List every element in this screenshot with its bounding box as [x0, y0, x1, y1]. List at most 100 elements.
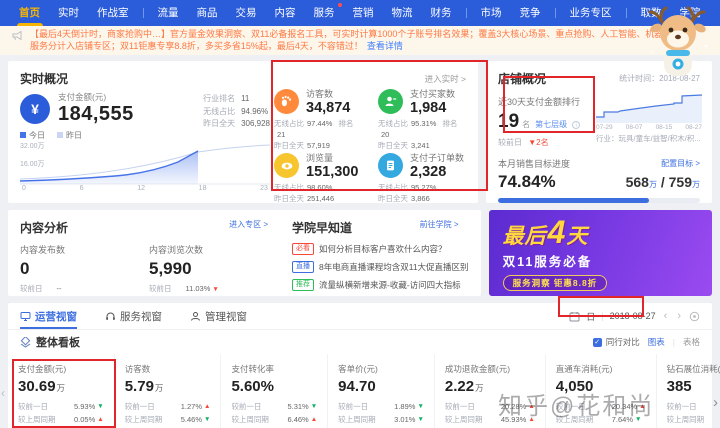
realtime-side-stats: 行业排名 11 无线占比 94.96% 昨日全天 306,928: [203, 93, 270, 131]
payment-amount-label: 支付金额(元): [58, 92, 107, 102]
tile-visitors[interactable]: 访客数 34,874 无线占比 97.44% 排名21 昨日全天 57,919: [274, 87, 368, 151]
tile-substats: 无线占比 97.44% 排名21 昨日全天 57,919: [274, 119, 354, 150]
payment-amount-value: 184,555: [58, 103, 134, 125]
configure-target-link[interactable]: 配置目标 >: [661, 158, 700, 169]
nav-item-content[interactable]: 内容: [266, 0, 305, 26]
metric-card-diamond[interactable]: 钻石展位消耗(元) 385 较前一日20.18%▲ 较上周同期1.09%▲: [655, 354, 720, 428]
side-stat-value: 94.96%: [241, 106, 269, 116]
metric-change: --: [56, 284, 62, 293]
order-icon: [378, 153, 403, 178]
academy-tag: 必看: [292, 243, 314, 255]
enter-zone-link[interactable]: 进入专区 >: [229, 219, 268, 236]
metric-change: 11.03%: [185, 284, 211, 293]
goto-academy-link[interactable]: 前往学院 >: [420, 219, 459, 236]
metric-label: 成功退款金额(元): [444, 364, 511, 374]
tile-label: 支付子订单数: [410, 153, 465, 163]
buyer-icon: [378, 89, 403, 114]
nav-item-warroom[interactable]: 作战室: [88, 0, 138, 26]
academy-tag: 直播: [292, 261, 314, 273]
tab-label: 运营视窗: [35, 310, 77, 323]
nav-item-traffic[interactable]: 流量: [149, 0, 188, 26]
calendar-icon[interactable]: [569, 311, 580, 322]
table-view-toggle[interactable]: 表格: [683, 336, 700, 348]
tab-operations-view[interactable]: 运营视窗: [20, 303, 77, 329]
side-stat-label: 行业排名: [203, 94, 236, 103]
academy-item[interactable]: 必看 如何分析目标客户喜欢什么内容？: [292, 243, 469, 255]
rank-trend-chart: 07-29 08-07 08-15 08-27 行业：玩具/童车/益智/积木/积...: [596, 91, 702, 144]
academy-item[interactable]: 推荐 流量纵横新增来源-收藏-访问四大指标: [292, 279, 469, 291]
next-date-arrow[interactable]: ›: [675, 310, 683, 322]
carousel-prev-arrow[interactable]: ‹: [1, 386, 5, 400]
rank-unit: 名: [522, 120, 531, 129]
side-stat-value: 306,928: [241, 119, 270, 128]
info-icon[interactable]: i: [572, 121, 581, 129]
tile-pageviews[interactable]: 浏览量 151,300 无线占比 98.60% 昨日全天 251,446: [274, 151, 368, 204]
trend-arrow: ▼: [97, 403, 104, 410]
tile-pay-suborders[interactable]: 支付子订单数 2,328 无线占比 95.27% 昨日全天 3,866: [378, 151, 472, 204]
metric-card-conversion[interactable]: 支付转化率 5.60% 较前一日 5.31% ▼ 较上周同期 6.46% ▲: [220, 354, 327, 428]
trend-arrow: ▲: [97, 415, 104, 423]
nav-item-logistics[interactable]: 物流: [383, 0, 422, 26]
prev-date-arrow[interactable]: ‹: [662, 310, 670, 322]
nav-item-bizzone[interactable]: 业务专区: [561, 0, 621, 26]
tile-value: 151,300: [306, 164, 359, 180]
tile-substats: 无线占比 98.60% 昨日全天 251,446: [274, 183, 335, 203]
y-tick: 32.00万: [20, 143, 45, 150]
rank-chart-x-ticks: 07-29 08-07 08-15 08-27: [596, 124, 702, 131]
tab-service-view[interactable]: 服务视窗: [105, 303, 162, 329]
nav-item-home[interactable]: 首页: [10, 0, 49, 26]
nav-divider: [465, 8, 467, 18]
divider: |: [601, 311, 604, 321]
carousel-next-arrow[interactable]: ›: [713, 394, 718, 411]
banner-headline: 最后 4 天: [502, 214, 588, 250]
enter-realtime-link[interactable]: 进入实时 >: [425, 73, 466, 85]
nav-item-trade[interactable]: 交易: [227, 0, 266, 26]
tab-management-view[interactable]: 管理视窗: [190, 303, 247, 329]
divider: |: [672, 337, 675, 347]
metric-card-visitors[interactable]: 访客数 5.79 万 较前一日 1.27% ▲ 较上周同期 5.46% ▼: [113, 354, 221, 428]
target-progress-pct: 74.84%: [498, 172, 556, 191]
metric-value: 94.70: [338, 378, 376, 395]
metric-card-payment[interactable]: 支付金额(元) 30.69 万 较前一日 5.93% ▼ 较上周同期 0.05% ▲: [8, 354, 114, 428]
nav-item-competition[interactable]: 竞争: [511, 0, 550, 26]
settings-icon[interactable]: [689, 311, 700, 322]
tile-pay-buyers[interactable]: 支付买家数 1,984 无线占比 95.31% 排名20 昨日全天 3,241: [378, 87, 472, 151]
academy-item[interactable]: 直播 8年电商直播课程均含双11大促直播区别: [292, 261, 469, 273]
banner-badge: 服务洞察 钜惠8.8折: [502, 275, 608, 291]
rank-change: ▼2名: [528, 138, 549, 147]
tab-label: 管理视窗: [205, 310, 247, 323]
date-mode[interactable]: 日: [586, 310, 595, 323]
nav-item-realtime[interactable]: 实时: [49, 0, 88, 26]
nav-item-label: 服务: [313, 7, 335, 19]
view-tabs-bar: 运营视窗 服务视窗 管理视窗 日 | 2018-08-27 ‹ ›: [8, 303, 712, 330]
board-header: 整体看板 ✓ 同行对比 图表 | 表格: [8, 330, 712, 354]
nav-item-market[interactable]: 市场: [472, 0, 511, 26]
metric-unit: 万: [56, 383, 66, 393]
x-ticks: 0 6 12 18 23: [22, 185, 268, 192]
nav-divider: [142, 8, 144, 18]
tile-label: 浏览量: [306, 153, 334, 163]
rank-value: 19: [498, 111, 520, 132]
legend-yesterday: 昨日: [66, 131, 82, 140]
chart-view-toggle[interactable]: 图表: [648, 336, 665, 348]
metric-card-avg-order[interactable]: 客单价(元) 94.70 较前一日 1.89% ▼ 较上周同期 3.01% ▼: [327, 354, 434, 428]
peer-compare-checkbox[interactable]: ✓: [592, 337, 602, 347]
announcement-detail-link[interactable]: 查看详情: [367, 41, 403, 51]
sales-target-label: 本月销售目标进度: [498, 159, 571, 169]
metric-sub-label: 较前日: [20, 284, 43, 293]
realtime-title: 实时概况: [20, 72, 69, 86]
side-stat-value: 11: [241, 94, 250, 103]
metric-value: 5,990: [149, 259, 192, 278]
metric-value: 0: [20, 259, 30, 278]
nav-item-goods[interactable]: 商品: [188, 0, 227, 26]
board-title: 整体看板: [36, 337, 80, 349]
realtime-stat-tiles: 访客数 34,874 无线占比97.44%排名21 昨日全天57,919: [274, 87, 472, 203]
date-value[interactable]: 2018-08-27: [610, 311, 656, 321]
shop-title: 店铺概况: [498, 72, 547, 86]
tile-value: 2,328: [410, 164, 447, 180]
side-stat-label: 无线占比: [203, 106, 236, 116]
nav-item-finance[interactable]: 财务: [422, 0, 461, 26]
promo-banner[interactable]: 最后 4 天 双11服务必备 服务洞察 钜惠8.8折: [488, 6, 712, 296]
nav-item-service[interactable]: 服务: [305, 0, 344, 26]
nav-item-marketing[interactable]: 营销: [344, 0, 383, 26]
